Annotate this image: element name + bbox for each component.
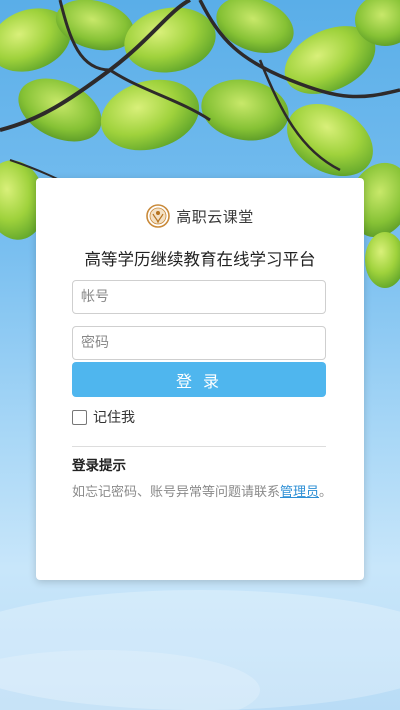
admin-link[interactable]: 管理员 (280, 485, 319, 500)
password-input[interactable] (72, 326, 326, 360)
login-tips-suffix: 。 (319, 485, 333, 500)
brand-logo: 高职云课堂 (36, 204, 364, 228)
login-button[interactable]: 登 录 (72, 362, 326, 397)
logo-emblem-icon (146, 204, 171, 228)
divider (72, 446, 326, 447)
platform-title: 高等学历继续教育在线学习平台 (84, 250, 316, 269)
login-card: 高职云课堂 高等学历继续教育在线学习平台 登 录 记住我 登录提示 如忘记密码、… (36, 178, 364, 580)
login-tips-text: 如忘记密码、账号异常等问题请联系管理员。 (72, 481, 332, 500)
login-tips-title: 登录提示 (72, 458, 126, 474)
remember-me-checkbox[interactable] (72, 409, 87, 425)
brand-name: 高职云课堂 (176, 207, 254, 226)
account-input[interactable] (72, 280, 326, 314)
remember-me-row[interactable]: 记住我 (72, 407, 135, 427)
login-tips-prefix: 如忘记密码、账号异常等问题请联系 (72, 485, 281, 500)
remember-me-label: 记住我 (93, 410, 135, 426)
